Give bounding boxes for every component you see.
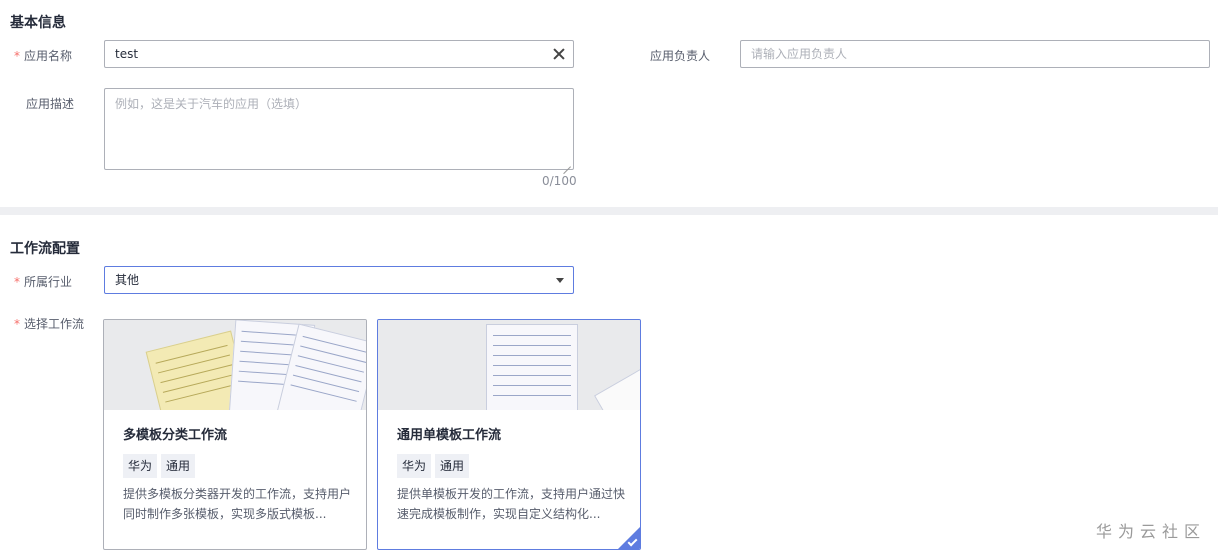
- workflow-card-multi-template[interactable]: 多模板分类工作流 华为 通用 提供多模板分类器开发的工作流，支持用户同时制作多张…: [103, 319, 367, 550]
- app-name-input[interactable]: test: [104, 40, 574, 68]
- owner-placeholder: 请输入应用负责人: [751, 47, 848, 61]
- selected-corner: [618, 527, 640, 549]
- resize-grip[interactable]: [563, 159, 571, 167]
- desc-textarea[interactable]: 例如，这是关于汽车的应用（选填）: [104, 88, 574, 170]
- card-thumbnail: [378, 320, 640, 410]
- desc-placeholder: 例如，这是关于汽车的应用（选填）: [115, 97, 308, 111]
- required-mark: *: [14, 49, 20, 63]
- desc-counter: 0/100: [542, 174, 577, 188]
- card-title: 通用单模板工作流: [397, 428, 502, 443]
- owner-label: 应用负责人: [650, 49, 711, 63]
- workflow-card-single-template[interactable]: 通用单模板工作流 华为 通用 提供单模板开发的工作流，支持用户通过快速完成模板制…: [377, 319, 641, 550]
- section-divider: [0, 207, 1218, 215]
- chevron-down-icon: [556, 278, 564, 283]
- required-mark: *: [14, 317, 20, 331]
- card-tags: 华为 通用: [123, 454, 196, 478]
- tag: 通用: [161, 454, 196, 478]
- tag: 通用: [435, 454, 470, 478]
- required-mark: *: [14, 275, 20, 289]
- workflow-config-title: 工作流配置: [10, 241, 80, 257]
- basic-info-title: 基本信息: [10, 15, 66, 31]
- industry-label: * 所属行业: [14, 275, 73, 289]
- card-description: 提供单模板开发的工作流，支持用户通过快速完成模板制作，实现自定义结构化...: [397, 487, 625, 521]
- close-icon[interactable]: [552, 47, 566, 61]
- app-name-label: * 应用名称: [14, 49, 73, 63]
- card-title: 多模板分类工作流: [123, 428, 228, 443]
- card-thumbnail: [104, 320, 366, 410]
- watermark: 华为云社区: [1095, 522, 1206, 541]
- app-name-value: test: [115, 47, 139, 61]
- tag: 华为: [397, 454, 432, 478]
- select-workflow-label: * 选择工作流: [14, 317, 85, 331]
- tag: 华为: [123, 454, 158, 478]
- card-tags: 华为 通用: [397, 454, 470, 478]
- owner-input[interactable]: 请输入应用负责人: [740, 40, 1210, 68]
- industry-select[interactable]: 其他: [104, 266, 574, 294]
- card-description: 提供多模板分类器开发的工作流，支持用户同时制作多张模板，实现多版式模板...: [123, 487, 351, 521]
- desc-label: 应用描述: [26, 97, 75, 111]
- industry-value: 其他: [115, 273, 140, 287]
